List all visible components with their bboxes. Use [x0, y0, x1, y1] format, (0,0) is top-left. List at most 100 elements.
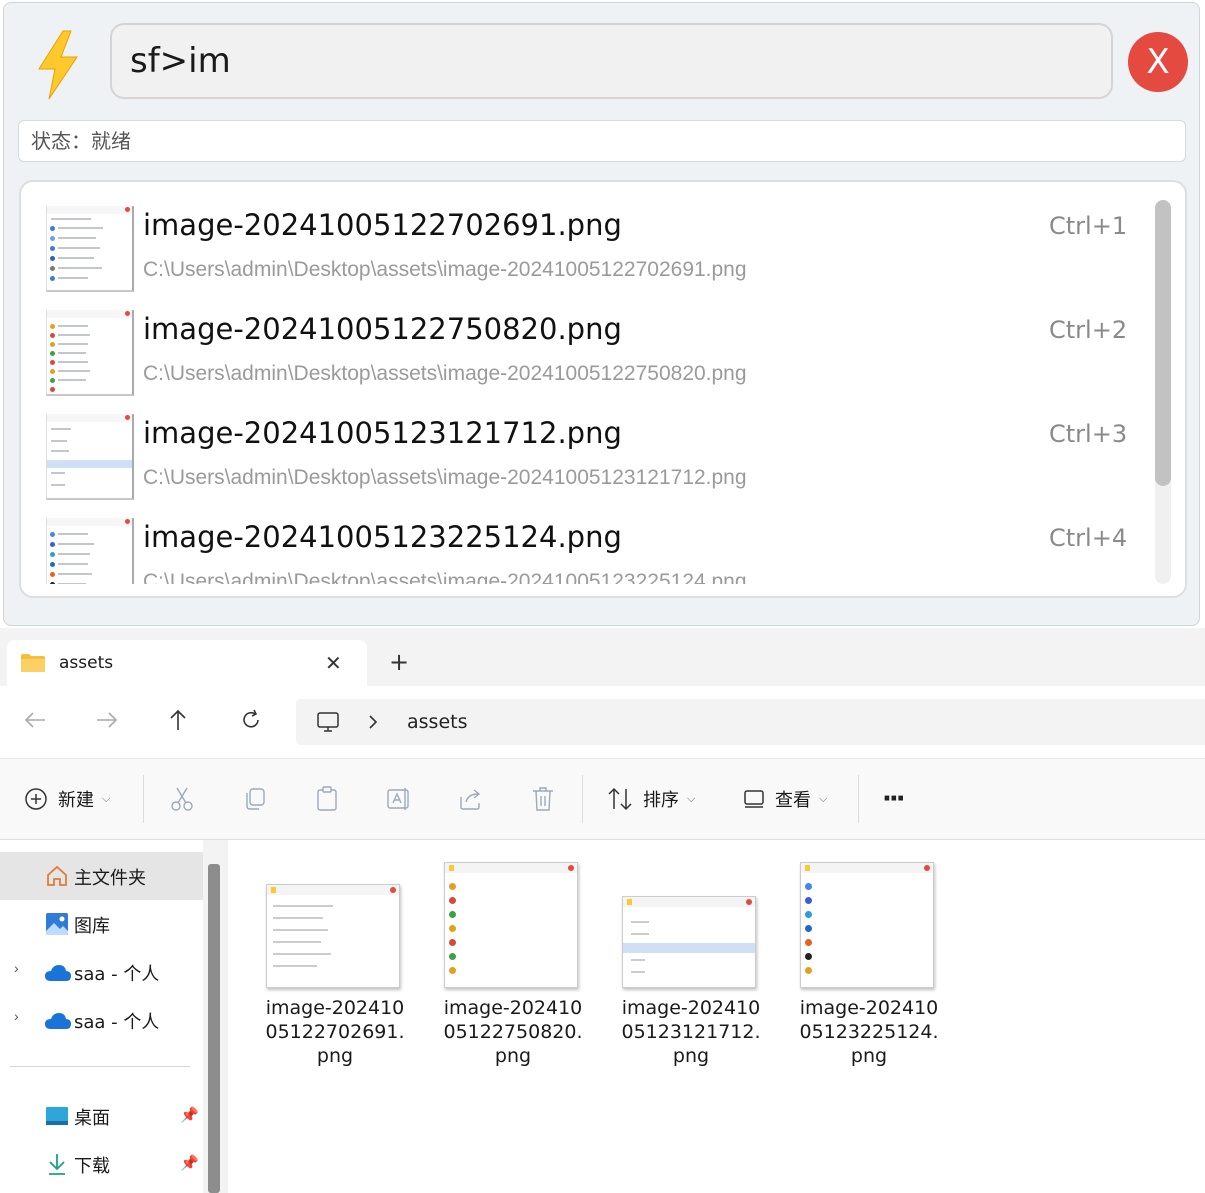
rename-icon	[387, 788, 409, 810]
address-bar[interactable]: assets	[296, 699, 1205, 745]
this-pc-icon	[317, 712, 339, 732]
share-icon	[460, 789, 481, 810]
result-item[interactable]: image-20241005123121712.png C:\Users\adm…	[21, 404, 1141, 508]
chevron-right-icon[interactable]: ›	[14, 960, 19, 976]
home-icon	[47, 865, 67, 886]
search-input[interactable]	[130, 25, 1090, 97]
tab-title: assets	[59, 653, 114, 673]
file-thumbnail	[622, 896, 756, 988]
result-item[interactable]: image-20241005122750820.png C:\Users\adm…	[21, 300, 1141, 404]
paste-button[interactable]	[315, 777, 339, 821]
desktop-icon	[46, 1107, 68, 1125]
sort-button[interactable]: 排序 ⌵	[607, 777, 695, 821]
refresh-button[interactable]	[231, 700, 271, 740]
refresh-icon	[243, 709, 259, 728]
sidebar-item-onedrive[interactable]: › saa - 个人	[0, 996, 203, 1044]
result-item[interactable]: image-20241005122702691.png C:\Users\adm…	[21, 196, 1141, 300]
breadcrumb-assets[interactable]: assets	[407, 711, 467, 733]
arrow-left-icon	[24, 712, 45, 728]
clipboard-icon	[317, 786, 337, 811]
sidebar-item-downloads[interactable]: 下载 📌	[0, 1140, 203, 1188]
sidebar-item-gallery[interactable]: 图库	[0, 900, 203, 948]
sidebar-item-label: saa - 个人	[74, 1012, 160, 1033]
sidebar-scrollbar[interactable]	[208, 864, 220, 1193]
view-icon	[744, 790, 764, 808]
file-name: image-20241005122750820.png	[443, 997, 583, 1067]
result-thumbnail	[46, 310, 134, 396]
sidebar-item-label: 下载	[74, 1156, 110, 1177]
results-list: image-20241005122702691.png C:\Users\adm…	[19, 180, 1187, 598]
sidebar-item-desktop[interactable]: 桌面 📌	[0, 1092, 203, 1140]
download-icon	[49, 1154, 65, 1175]
new-label: 新建	[58, 790, 94, 811]
sidebar-item-home[interactable]: 主文件夹	[0, 852, 203, 900]
file-thumbnail	[266, 884, 400, 988]
results-scroll-thumb[interactable]	[1155, 200, 1171, 486]
cut-button[interactable]	[170, 777, 194, 821]
scissors-icon	[171, 787, 193, 811]
result-item[interactable]: image-20241005123225124.png C:\Users\adm…	[21, 508, 1141, 584]
result-thumbnail	[46, 414, 134, 500]
sort-icon	[608, 787, 632, 811]
search-box[interactable]	[110, 23, 1113, 99]
result-path: C:\Users\admin\Desktop\assets\image-2024…	[143, 362, 747, 385]
pin-icon: 📌	[180, 1155, 199, 1172]
file-name: image-20241005122702691.png	[265, 997, 405, 1067]
result-path: C:\Users\admin\Desktop\assets\image-2024…	[143, 466, 747, 489]
result-path: C:\Users\admin\Desktop\assets\image-2024…	[143, 570, 747, 584]
close-button[interactable]: X	[1128, 32, 1188, 92]
file-explorer-window: assets ✕ + assets 新建 ⌵ 排序 ⌵ 查看 ⌵ ··· 主文件…	[0, 628, 1205, 1193]
view-button[interactable]: 查看 ⌵	[743, 777, 827, 821]
back-button[interactable]	[15, 700, 55, 740]
onedrive-cloud-icon	[45, 1013, 71, 1029]
file-thumbnail	[800, 862, 934, 988]
divider	[582, 775, 583, 823]
tab-assets[interactable]: assets ✕	[7, 640, 367, 686]
arrow-up-icon	[170, 709, 186, 730]
result-title: image-20241005123121712.png	[143, 416, 622, 450]
launcher-window: X 状态：就绪 image-20241005122702691.png C:\U…	[3, 2, 1200, 626]
divider	[10, 1066, 190, 1067]
divider	[858, 775, 859, 823]
result-title: image-20241005122702691.png	[143, 208, 622, 242]
chevron-down-icon: ⌵	[819, 792, 828, 805]
sidebar-item-label: 主文件夹	[74, 868, 146, 889]
chevron-right-icon[interactable]: ›	[14, 1008, 19, 1024]
arrow-right-icon	[97, 712, 118, 728]
chevron-down-icon: ⌵	[687, 792, 696, 805]
lightning-bolt-icon	[38, 30, 78, 100]
sidebar-item-label: 图库	[74, 916, 110, 937]
file-name: image-20241005123225124.png	[799, 997, 939, 1067]
copy-button[interactable]	[243, 777, 267, 821]
result-title: image-20241005122750820.png	[143, 312, 622, 346]
result-thumbnail	[46, 518, 134, 584]
file-thumbnail	[444, 862, 578, 988]
delete-button[interactable]	[531, 777, 555, 821]
navigation-bar: assets	[0, 686, 1205, 758]
file-name: image-20241005123121712.png	[621, 997, 761, 1067]
sidebar-item-label: 桌面	[74, 1108, 110, 1129]
share-button[interactable]	[458, 777, 484, 821]
result-shortcut: Ctrl+4	[1049, 524, 1128, 552]
chevron-down-icon: ⌵	[102, 792, 111, 805]
view-label: 查看	[775, 790, 811, 811]
result-shortcut: Ctrl+1	[1049, 212, 1128, 240]
folder-icon	[21, 654, 45, 672]
up-button[interactable]	[158, 700, 198, 740]
result-shortcut: Ctrl+3	[1049, 420, 1128, 448]
sidebar-item-onedrive[interactable]: › saa - 个人	[0, 948, 203, 996]
rename-button[interactable]	[386, 777, 412, 821]
result-shortcut: Ctrl+2	[1049, 316, 1128, 344]
results-scrollbar[interactable]	[1155, 200, 1171, 584]
result-path: C:\Users\admin\Desktop\assets\image-2024…	[143, 258, 747, 281]
trash-icon	[533, 787, 553, 811]
new-button[interactable]: 新建 ⌵	[24, 777, 110, 821]
navigation-pane: 主文件夹 图库 › saa - 个人 › saa - 个人 桌面 📌 下载 📌	[0, 840, 203, 1193]
more-button[interactable]: ···	[882, 777, 906, 821]
copy-icon	[246, 788, 265, 810]
forward-button[interactable]	[87, 700, 127, 740]
new-tab-button[interactable]: +	[389, 648, 409, 676]
gallery-icon	[46, 913, 68, 935]
tab-close-button[interactable]: ✕	[325, 651, 342, 675]
more-icon: ···	[882, 784, 906, 814]
